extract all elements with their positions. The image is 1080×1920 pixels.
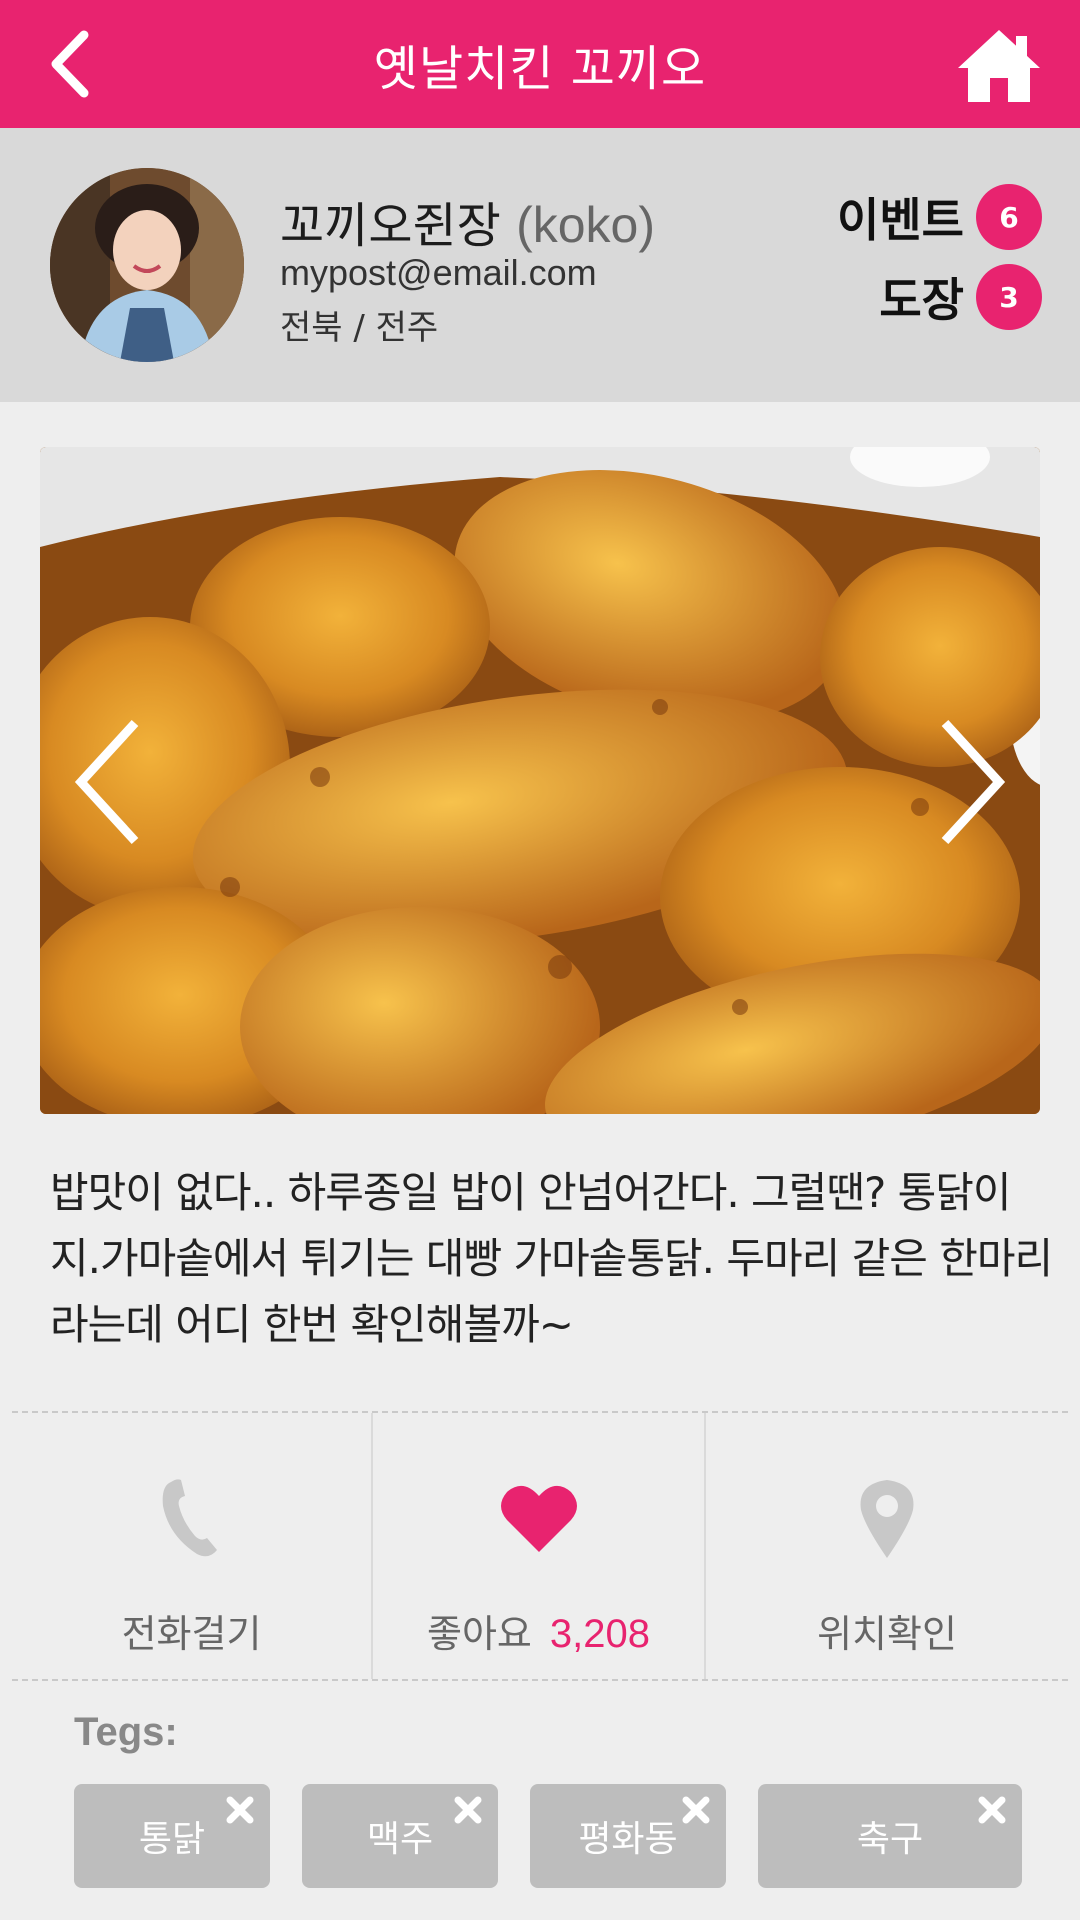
remove-tag-icon[interactable] bbox=[680, 1794, 712, 1826]
back-button[interactable] bbox=[30, 24, 110, 104]
like-label-row: 좋아요 3,208 bbox=[427, 1603, 650, 1658]
tag-label: 평화동 bbox=[578, 1819, 678, 1860]
chevron-left-icon bbox=[51, 30, 89, 98]
tag-chip[interactable]: 통닭 bbox=[74, 1784, 270, 1888]
event-stat[interactable]: 이벤트 6 bbox=[837, 184, 1042, 250]
tags-label: Tegs: bbox=[74, 1710, 178, 1754]
tag-label: 축구 bbox=[856, 1819, 924, 1860]
event-label: 이벤트 bbox=[837, 193, 964, 247]
photo-carousel[interactable] bbox=[40, 447, 1040, 1114]
like-button[interactable]: 좋아요 3,208 bbox=[373, 1413, 704, 1679]
fried-chicken-photo bbox=[40, 447, 1040, 1114]
stamp-stat[interactable]: 도장 3 bbox=[879, 264, 1042, 330]
remove-tag-icon[interactable] bbox=[452, 1794, 484, 1826]
heart-icon bbox=[500, 1485, 577, 1552]
tag-label: 맥주 bbox=[366, 1819, 434, 1860]
user-nickname: (koko) bbox=[516, 197, 655, 253]
location-label: 위치확인 bbox=[817, 1612, 957, 1656]
user-name: 꼬끼오쥔장 bbox=[280, 198, 501, 254]
user-email: mypost@email.com bbox=[280, 252, 597, 293]
tag-chip[interactable]: 축구 bbox=[758, 1784, 1022, 1888]
remove-tag-icon[interactable] bbox=[224, 1794, 256, 1826]
profile-panel: 꼬끼오쥔장 (koko) mypost@email.com 전북 / 전주 이벤… bbox=[0, 128, 1080, 402]
call-button[interactable]: 전화걸기 bbox=[12, 1413, 371, 1679]
chevron-right-icon bbox=[941, 719, 1006, 845]
stamp-count-badge: 3 bbox=[976, 264, 1042, 330]
avatar[interactable] bbox=[50, 168, 244, 362]
post-description: 밥맛이 없다.. 하루종일 밥이 안넘어간다. 그럴땐? 통닭이지.가마솥에서 … bbox=[50, 1168, 1053, 1349]
map-pin-icon bbox=[860, 1480, 914, 1558]
action-bar: 전화걸기 좋아요 3,208 위치확인 bbox=[12, 1413, 1068, 1679]
tag-chip[interactable]: 맥주 bbox=[302, 1784, 498, 1888]
stamp-label: 도장 bbox=[879, 273, 964, 327]
next-photo-button[interactable] bbox=[916, 712, 1026, 852]
remove-tag-icon[interactable] bbox=[976, 1794, 1008, 1826]
tag-chip[interactable]: 평화동 bbox=[530, 1784, 726, 1888]
like-label: 좋아요 bbox=[427, 1612, 532, 1656]
location-button[interactable]: 위치확인 bbox=[706, 1413, 1068, 1679]
prev-photo-button[interactable] bbox=[54, 712, 164, 852]
like-count: 3,208 bbox=[549, 1612, 650, 1656]
call-label: 전화걸기 bbox=[121, 1612, 262, 1656]
home-button[interactable] bbox=[954, 26, 1044, 106]
divider bbox=[12, 1679, 1068, 1681]
user-region: 전북 / 전주 bbox=[280, 308, 439, 348]
app-bar: 옛날치킨 꼬끼오 bbox=[0, 0, 1080, 128]
tag-label: 통닭 bbox=[138, 1819, 206, 1860]
phone-icon bbox=[162, 1479, 217, 1557]
profile-name: 꼬끼오쥔장 (koko) bbox=[280, 186, 655, 256]
page-title: 옛날치킨 꼬끼오 bbox=[373, 41, 707, 97]
event-count-badge: 6 bbox=[976, 184, 1042, 250]
home-icon bbox=[958, 30, 1040, 102]
chevron-left-icon bbox=[74, 719, 139, 845]
